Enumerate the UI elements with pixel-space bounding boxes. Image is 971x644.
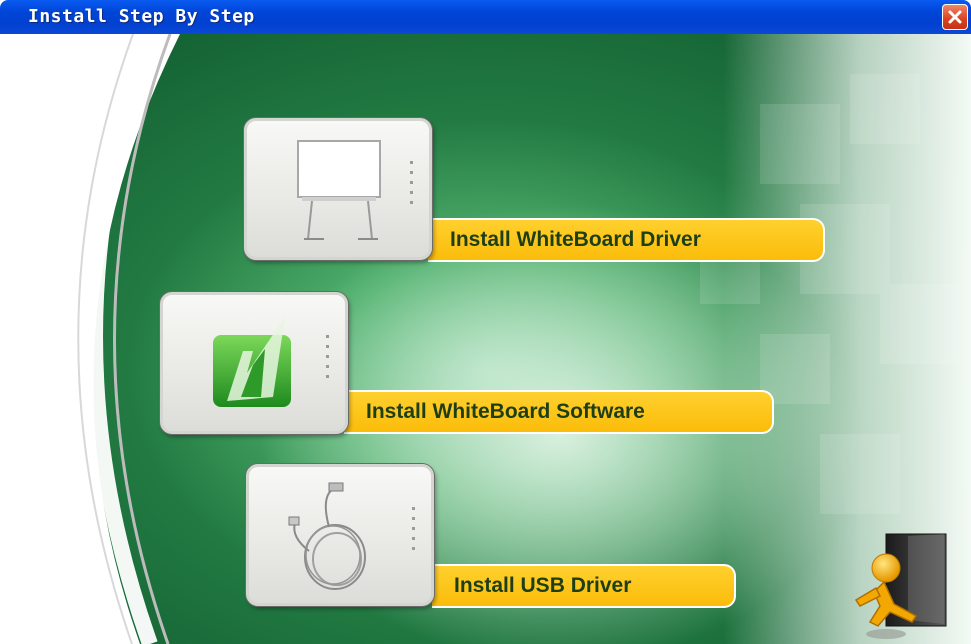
whiteboard-icon (297, 140, 381, 240)
close-button[interactable] (942, 4, 968, 30)
close-icon (948, 10, 962, 24)
exit-running-man-icon[interactable] (846, 530, 950, 642)
install-whiteboard-driver-label[interactable]: Install WhiteBoard Driver (428, 218, 825, 262)
software-logo-icon (213, 317, 291, 407)
usb-cable-icon (288, 482, 366, 590)
install-usb-driver-button[interactable] (246, 464, 434, 606)
installer-window: Install Step By Step Install WhiteBoard … (0, 0, 971, 644)
window-title: Install Step By Step (28, 6, 255, 27)
title-bar: Install Step By Step (0, 0, 971, 34)
client-area: Install WhiteBoard Driver Install WhiteB… (0, 34, 971, 644)
install-usb-driver-label[interactable]: Install USB Driver (432, 564, 736, 608)
background-art (0, 34, 971, 644)
install-whiteboard-driver-button[interactable] (244, 118, 432, 260)
install-whiteboard-software-label[interactable]: Install WhiteBoard Software (344, 390, 774, 434)
install-whiteboard-software-button[interactable] (160, 292, 348, 434)
